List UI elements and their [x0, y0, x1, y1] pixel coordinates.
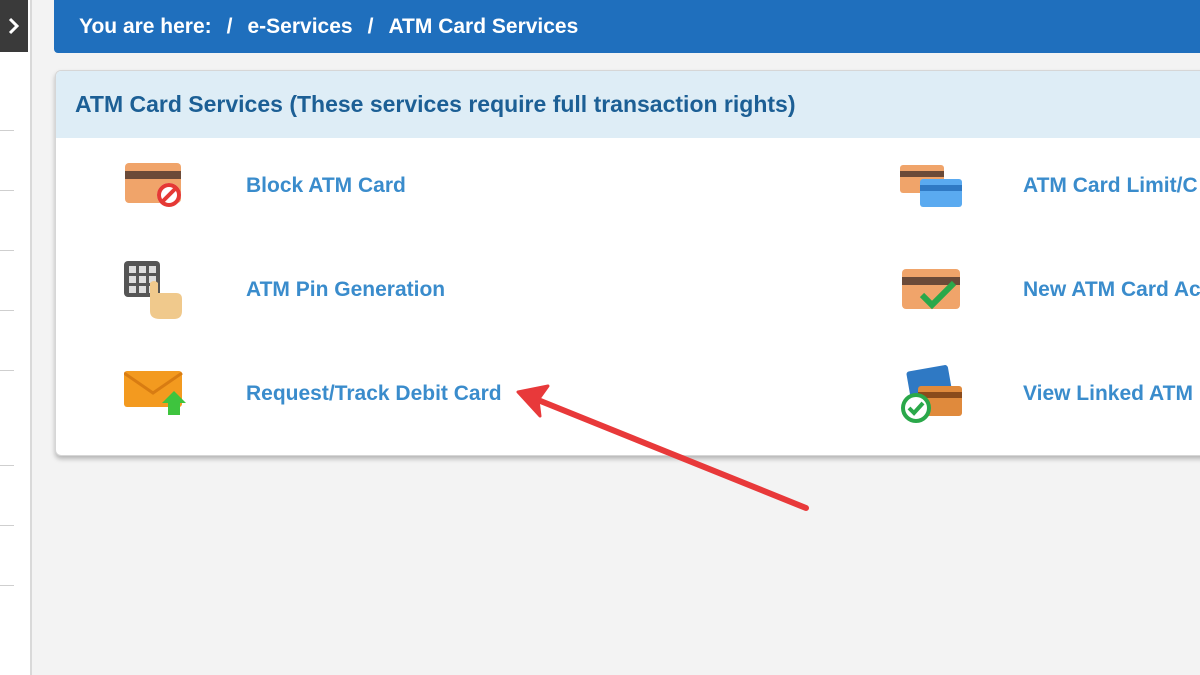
sidebar-divider — [0, 130, 14, 131]
sidebar-divider — [0, 525, 14, 526]
left-sidebar — [0, 0, 32, 675]
keypad-pin-icon — [122, 259, 188, 321]
envelope-upload-icon — [122, 363, 188, 425]
service-request-track-debit-card[interactable]: Request/Track Debit Card — [122, 363, 502, 425]
sidebar-divider — [0, 465, 14, 466]
panel-header: ATM Card Services (These services requir… — [56, 71, 1200, 138]
service-label: Block ATM Card — [246, 174, 406, 197]
chevron-right-icon — [8, 17, 20, 35]
breadcrumb: You are here: / e-Services / ATM Card Se… — [54, 0, 1200, 53]
service-block-atm-card[interactable]: Block ATM Card — [122, 155, 406, 217]
panel-title: ATM Card Services (These services requir… — [75, 91, 796, 117]
linked-cards-icon — [899, 363, 965, 425]
sidebar-divider — [0, 370, 14, 371]
breadcrumb-separator: / — [367, 14, 374, 38]
card-activate-icon — [899, 259, 965, 321]
atm-card-services-panel: ATM Card Services (These services requir… — [55, 70, 1200, 456]
service-atm-pin-generation[interactable]: ATM Pin Generation — [122, 259, 445, 321]
service-label: View Linked ATM — [1023, 382, 1193, 405]
service-atm-card-limit[interactable]: ATM Card Limit/C — [899, 155, 1198, 217]
service-label: ATM Card Limit/C — [1023, 174, 1198, 197]
service-view-linked-atm[interactable]: View Linked ATM — [899, 363, 1193, 425]
service-label: ATM Pin Generation — [246, 278, 446, 301]
breadcrumb-separator: / — [226, 14, 233, 38]
card-limit-icon — [899, 155, 965, 217]
sidebar-toggle-button[interactable] — [0, 0, 28, 52]
sidebar-divider — [0, 310, 14, 311]
breadcrumb-link-e-services[interactable]: e-Services — [248, 15, 353, 39]
service-label: Request/Track Debit Card — [246, 382, 502, 405]
sidebar-divider — [0, 190, 14, 191]
sidebar-divider — [0, 585, 14, 586]
sidebar-divider — [0, 250, 14, 251]
breadcrumb-current-page: ATM Card Services — [388, 14, 579, 38]
service-label: New ATM Card Ac — [1023, 278, 1200, 301]
service-new-atm-card-activation[interactable]: New ATM Card Ac — [899, 259, 1200, 321]
block-card-icon — [122, 155, 188, 217]
breadcrumb-prefix: You are here: — [79, 14, 212, 38]
